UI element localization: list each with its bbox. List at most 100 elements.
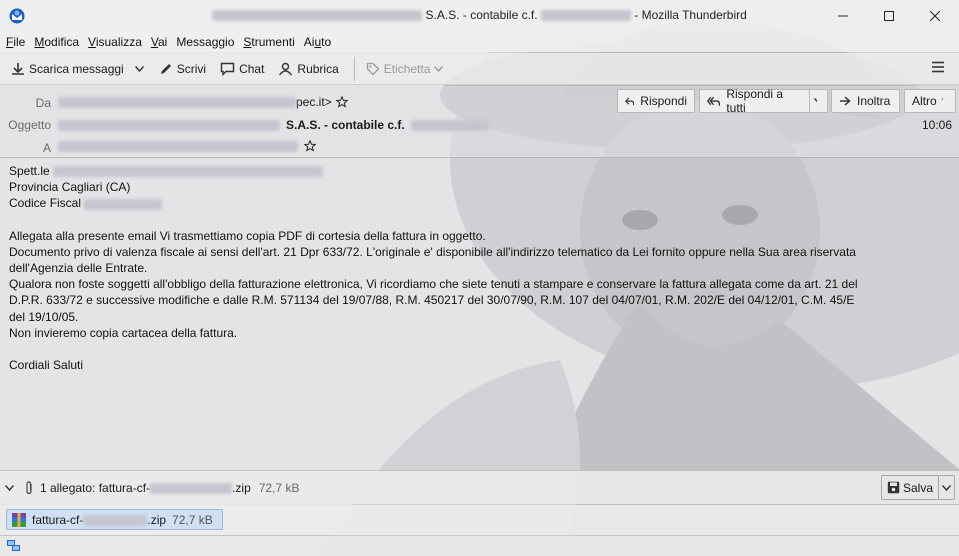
reply-icon bbox=[625, 97, 635, 105]
tag-button[interactable]: Etichetta bbox=[361, 57, 453, 81]
save-attachment-group: Salva bbox=[880, 475, 955, 500]
attachment-size: 72,7 kB bbox=[172, 512, 213, 527]
menu-bar: File Modifica Visualizza Vai Messaggio S… bbox=[0, 32, 959, 52]
attachment-summary-size: 72,7 kB bbox=[258, 480, 300, 495]
other-actions-label: Altro bbox=[912, 94, 937, 108]
star-icon[interactable] bbox=[304, 140, 316, 152]
save-dropdown[interactable] bbox=[938, 476, 954, 499]
main-toolbar: Scarica messaggi Scrivi Chat Rubrica Eti… bbox=[0, 53, 959, 85]
tag-icon bbox=[366, 62, 380, 75]
save-label: Salva bbox=[902, 480, 933, 495]
body-line: dell'Agenzia delle Entrate. bbox=[9, 261, 148, 276]
body-line: Provincia Cagliari (CA) bbox=[9, 180, 131, 195]
floppy-disk-icon bbox=[887, 481, 900, 494]
message-time: 10:06 bbox=[921, 118, 952, 132]
window-title-subject: S.A.S. - contabile c.f. bbox=[425, 8, 538, 22]
from-label: Da bbox=[35, 96, 51, 110]
subject-label: Oggetto bbox=[8, 118, 51, 132]
menu-vai[interactable]: Vai bbox=[151, 35, 167, 49]
minimize-icon bbox=[838, 15, 848, 17]
menu-messaggio[interactable]: Messaggio bbox=[176, 35, 234, 49]
forward-label: Inoltra bbox=[857, 94, 891, 108]
minimize-button[interactable] bbox=[820, 0, 866, 32]
redacted-text bbox=[58, 140, 298, 152]
get-messages-dropdown[interactable] bbox=[133, 57, 150, 81]
redacted-text bbox=[410, 119, 489, 131]
tag-label: Etichetta bbox=[383, 61, 431, 76]
attachment-filename: fattura-cf- .zip bbox=[32, 512, 167, 527]
from-domain: pec.it> bbox=[296, 95, 332, 109]
subject-text: S.A.S. - contabile c.f. bbox=[286, 118, 405, 132]
redacted-text bbox=[58, 96, 296, 108]
redacted-text bbox=[58, 119, 280, 131]
pencil-icon bbox=[160, 63, 171, 74]
message-body: Spett.le Provincia Cagliari (CA) Codice … bbox=[0, 159, 959, 469]
download-icon bbox=[12, 62, 24, 75]
body-line: Qualora non foste soggetti all'obbligo d… bbox=[9, 277, 858, 292]
chat-icon bbox=[220, 62, 235, 76]
redacted-text bbox=[540, 10, 631, 22]
to-label: A bbox=[42, 141, 51, 155]
close-icon bbox=[930, 11, 940, 21]
attachment-summary[interactable]: 1 allegato: fattura-cf- .zip bbox=[40, 481, 251, 495]
write-button[interactable]: Scrivi bbox=[154, 57, 211, 81]
app-menu-icon[interactable] bbox=[931, 61, 945, 73]
redacted-text bbox=[150, 482, 233, 494]
network-status-icon[interactable] bbox=[6, 539, 22, 553]
redacted-text bbox=[84, 198, 163, 210]
attachment-item[interactable]: fattura-cf- .zip 72,7 kB bbox=[6, 509, 223, 530]
forward-button[interactable]: Inoltra bbox=[831, 89, 900, 113]
reply-button[interactable]: Rispondi bbox=[617, 89, 695, 113]
star-icon[interactable] bbox=[335, 96, 348, 108]
body-line: D.P.R. 633/72 e successive modifiche e d… bbox=[9, 293, 855, 308]
redacted-text bbox=[53, 166, 324, 178]
address-book-label: Rubrica bbox=[297, 61, 339, 76]
menu-strumenti[interactable]: Strumenti bbox=[243, 35, 294, 49]
other-actions-button[interactable]: Altro bbox=[904, 89, 956, 113]
maximize-button[interactable] bbox=[866, 0, 912, 32]
reply-all-dropdown[interactable] bbox=[809, 89, 828, 113]
reply-all-label: Rispondi a tutti bbox=[726, 87, 784, 115]
address-book-button[interactable]: Rubrica bbox=[273, 57, 343, 81]
contacts-icon bbox=[279, 62, 293, 75]
get-messages-label: Scarica messaggi bbox=[29, 61, 124, 76]
menu-file[interactable]: File bbox=[6, 35, 25, 49]
message-header: Da pec.it> Oggetto S.A.S. - contabile c.… bbox=[0, 86, 959, 158]
reply-all-button[interactable]: Rispondi a tutti bbox=[699, 87, 810, 115]
subject-value: S.A.S. - contabile c.f. bbox=[58, 118, 489, 132]
body-line: Documento privo di valenza fiscale ai se… bbox=[9, 244, 856, 259]
title-bar: S.A.S. - contabile c.f. - Mozilla Thunde… bbox=[0, 0, 959, 32]
window-title: S.A.S. - contabile c.f. - Mozilla Thunde… bbox=[0, 8, 959, 22]
body-line: del 19/10/05. bbox=[9, 309, 79, 324]
body-line: Allegata alla presente email Vi trasmett… bbox=[9, 228, 486, 243]
status-bar bbox=[0, 535, 959, 556]
chevron-down-icon bbox=[942, 484, 951, 491]
chevron-down-icon bbox=[434, 65, 444, 72]
chat-label: Chat bbox=[239, 61, 265, 76]
save-button[interactable]: Salva bbox=[882, 476, 938, 499]
from-value[interactable]: pec.it> bbox=[58, 95, 348, 109]
chevron-down-icon bbox=[134, 65, 144, 72]
body-line: Spett.le bbox=[9, 163, 950, 179]
menu-aiuto[interactable]: Aiuto bbox=[304, 35, 331, 49]
forward-arrow-icon bbox=[840, 96, 851, 106]
body-line: Codice Fiscal bbox=[9, 195, 950, 211]
chevron-down-icon[interactable] bbox=[5, 484, 14, 491]
redacted-text bbox=[212, 10, 423, 22]
toolbar-separator bbox=[353, 56, 355, 81]
body-line: Cordiali Saluti bbox=[9, 358, 84, 373]
reply-all-icon bbox=[707, 96, 721, 106]
chevron-down-icon bbox=[814, 98, 817, 103]
menu-visualizza[interactable]: Visualizza bbox=[88, 35, 142, 49]
get-messages-button[interactable]: Scarica messaggi bbox=[6, 57, 129, 81]
to-value[interactable] bbox=[58, 140, 316, 152]
reply-label: Rispondi bbox=[640, 94, 687, 108]
menu-modifica[interactable]: Modifica bbox=[34, 35, 79, 49]
attachment-bar: 1 allegato: fattura-cf- .zip 72,7 kB Salv… bbox=[0, 470, 959, 504]
close-button[interactable] bbox=[912, 0, 958, 32]
body-line: Non invieremo copia cartacea della fattu… bbox=[9, 325, 238, 340]
window-title-app: - Mozilla Thunderbird bbox=[634, 8, 747, 22]
attachment-list: fattura-cf- .zip 72,7 kB bbox=[0, 505, 959, 535]
chat-button[interactable]: Chat bbox=[215, 57, 269, 81]
redacted-text bbox=[83, 514, 148, 526]
